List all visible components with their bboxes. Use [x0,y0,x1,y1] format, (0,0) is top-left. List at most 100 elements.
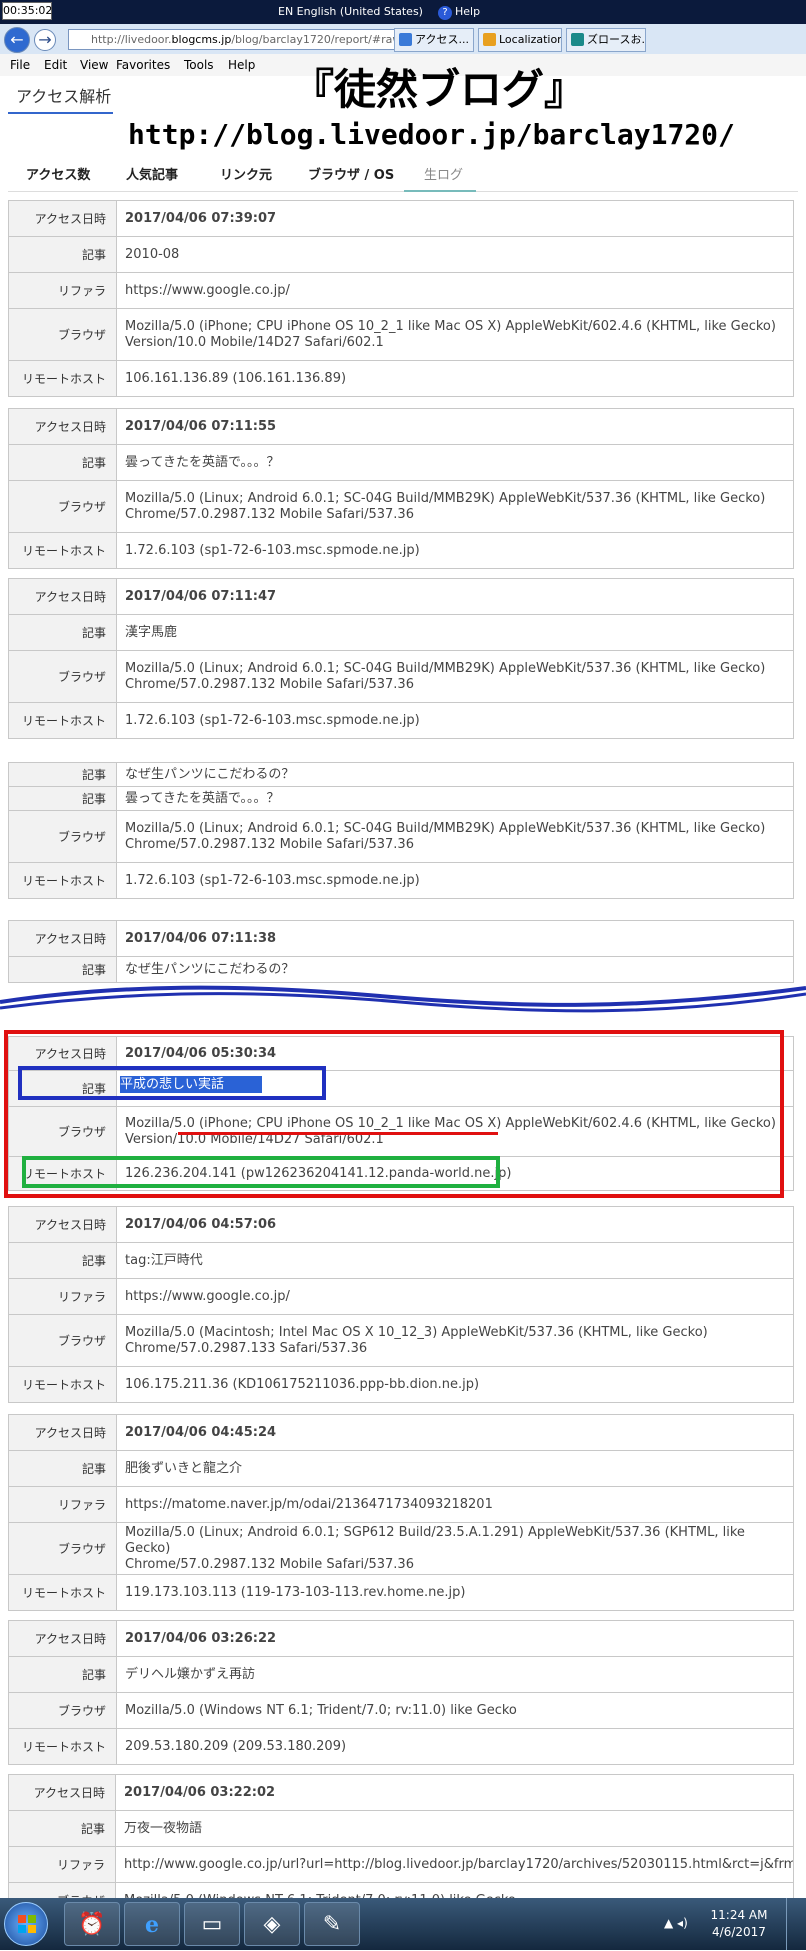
datetime-label: アクセス日時 [8,1620,117,1657]
referrer-link[interactable]: https://matome.naver.jp/m/odai/213647173… [116,1486,794,1523]
language-indicator[interactable]: EN English (United States) [278,5,423,18]
log-entry: 記事 なぜ生パンツにこだわるの？ 記事 曇ってきたを英語で。。。？ ブラウザ Mozi… [8,762,794,899]
datetime-label: アクセス日時 [8,920,117,957]
datetime-label: アクセス日時 [8,200,117,237]
user-agent-line: Chrome/57.0.2987.132 Mobile Safari/537.3… [125,836,414,852]
taskbar-clock[interactable]: 11:24 AM 4/6/2017 [704,1907,774,1941]
browser-tab[interactable]: Localization ... [478,28,562,52]
user-agent-line: Chrome/57.0.2987.132 Mobile Safari/537.3… [125,1556,414,1572]
taskbar-app[interactable]: ◈ [244,1902,300,1946]
menu-help[interactable]: Help [228,58,255,72]
browser-label: ブラウザ [8,1692,117,1729]
table-row: リモートホスト 106.175.211.36 (KD106175211036.pp… [8,1366,794,1403]
host-label: リモートホスト [8,862,117,899]
article-label: 記事 [8,1242,117,1279]
referrer-link[interactable]: http://www.google.co.jp/url?url=http://b… [115,1846,794,1883]
article-link[interactable]: tag:江戸時代 [116,1242,794,1279]
article-link[interactable]: 漢字馬鹿 [116,614,794,651]
table-row: リモートホスト 106.161.136.89 (106.161.136.89) [8,360,794,397]
tab-label: アクセス... [415,33,469,46]
help-menu[interactable]: ? Help [438,5,480,20]
system-tray[interactable]: ▲ ◂) [664,1916,688,1930]
host-value: 209.53.180.209 (209.53.180.209) [116,1728,794,1765]
user-agent-line: Chrome/57.0.2987.133 Safari/537.36 [125,1340,368,1356]
article-link[interactable]: デリヘル嬢かずえ再訪 [116,1656,794,1693]
active-tab-indicator [404,190,476,192]
referrer-link[interactable]: https://www.google.co.jp/ [116,1278,794,1315]
article-link[interactable]: なぜ生パンツにこだわるの？ [116,762,794,787]
article-link[interactable]: 万夜一夜物語 [115,1810,794,1847]
tab-browser-os[interactable]: ブラウザ / OS [308,164,394,183]
host-value: 106.175.211.36 (KD106175211036.ppp-bb.di… [116,1366,794,1403]
address-domain: blogcms.jp [171,33,232,46]
article-link[interactable]: 肥後ずいきと龍之介 [116,1450,794,1487]
browser-value: Mozilla/5.0 (Macintosh; Intel Mac OS X 1… [116,1314,794,1367]
start-button[interactable] [4,1902,48,1946]
referrer-label: リファラ [8,1278,117,1315]
table-row: リモートホスト 209.53.180.209 (209.53.180.209) [8,1728,794,1765]
menu-view[interactable]: View [80,58,108,72]
article-link[interactable]: 曇ってきたを英語で。。。？ [116,786,794,811]
referrer-label: リファラ [8,272,117,309]
menu-file[interactable]: File [10,58,30,72]
browser-tab-active[interactable]: アクセス... [394,28,474,52]
forward-arrow-icon: → [38,30,52,49]
tab-raw-log[interactable]: 生ログ [424,164,463,183]
taskbar: ⏰ e ▭ ◈ ✎ ▲ ◂) 11:24 AM 4/6/2017 [0,1898,806,1950]
table-row: リモートホスト 119.173.103.113 (119-173-103-113.… [8,1574,794,1611]
taskbar-file-explorer[interactable]: ▭ [184,1902,240,1946]
host-value: 1.72.6.103 (sp1-72-6-103.msc.spmode.ne.j… [116,862,794,899]
tab-page-icon [483,33,496,46]
article-label: 記事 [8,1656,117,1693]
browser-label: ブラウザ [8,308,117,361]
article-link[interactable]: 曇ってきたを英語で。。。？ [116,444,794,481]
taskbar-clock-app[interactable]: ⏰ [64,1902,120,1946]
user-agent-line: Chrome/57.0.2987.132 Mobile Safari/537.3… [125,506,414,522]
table-row: ブラウザ Mozilla/5.0 (Linux; Android 6.0.1; S… [8,810,794,863]
table-row: リモートホスト 1.72.6.103 (sp1-72-6-103.msc.spmo… [8,862,794,899]
taskbar-paint[interactable]: ✎ [304,1902,360,1946]
browser-value: Mozilla/5.0 (Windows NT 6.1; Trident/7.0… [116,1692,794,1729]
user-agent-line: Chrome/57.0.2987.132 Mobile Safari/537.3… [125,676,414,692]
back-button[interactable]: ← [4,27,30,53]
article-link[interactable]: 2010-08 [116,236,794,273]
table-row: リファラ https://matome.naver.jp/m/odai/21364… [8,1486,794,1523]
host-label: リモートホスト [8,1728,117,1765]
forward-button[interactable]: → [34,29,56,51]
table-row: リモートホスト 1.72.6.103 (sp1-72-6-103.msc.spmo… [8,702,794,739]
tab-popular-articles[interactable]: 人気記事 [126,164,178,183]
taskbar-internet-explorer[interactable]: e [124,1902,180,1946]
referrer-label: リファラ [8,1486,117,1523]
menu-favorites[interactable]: Favorites [116,58,170,72]
browser-label: ブラウザ [8,1314,117,1367]
taskbar-date: 4/6/2017 [712,1925,766,1939]
article-label: 記事 [8,1450,117,1487]
blog-title-overlay: 『徒然ブログ』 [292,65,587,114]
tab-referrers[interactable]: リンク元 [220,164,272,183]
show-desktop-button[interactable] [786,1898,806,1950]
browser-value: Mozilla/5.0 (iPhone; CPU iPhone OS 10_2_… [116,308,794,361]
article-label: 記事 [8,236,117,273]
menu-tools[interactable]: Tools [184,58,214,72]
table-row: 記事 肥後ずいきと龍之介 [8,1450,794,1487]
wave-divider [0,985,806,1018]
user-agent-line: Mozilla/5.0 (Macintosh; Intel Mac OS X 1… [125,1324,708,1340]
menu-edit[interactable]: Edit [44,58,67,72]
table-row: ブラウザ Mozilla/5.0 (Linux; Android 6.0.1; S… [8,650,794,703]
datetime-value: 2017/04/06 04:57:06 [116,1206,794,1243]
address-bar[interactable]: http://livedoor.blogcms.jp/blog/barclay1… [68,29,420,50]
table-row: アクセス日時 2017/04/06 07:11:38 [8,920,794,957]
blog-url-overlay: http://blog.livedoor.jp/barclay1720/ [128,118,735,151]
report-tabs: アクセス数 人気記事 リンク元 ブラウザ / OS 生ログ [8,160,798,192]
address-suffix: /blog/barclay1720/report/#rawlog [231,33,419,46]
referrer-link[interactable]: https://www.google.co.jp/ [116,272,794,309]
browser-tab[interactable]: ズロースお... [566,28,646,52]
host-label: リモートホスト [8,532,117,569]
host-label: リモートホスト [8,702,117,739]
tab-access-count[interactable]: アクセス数 [26,164,90,183]
browser-label: ブラウザ [8,650,117,703]
bing-icon [571,33,584,46]
host-value: 1.72.6.103 (sp1-72-6-103.msc.spmode.ne.j… [116,702,794,739]
table-row: 記事 tag:江戸時代 [8,1242,794,1279]
article-label: 記事 [8,1810,116,1847]
